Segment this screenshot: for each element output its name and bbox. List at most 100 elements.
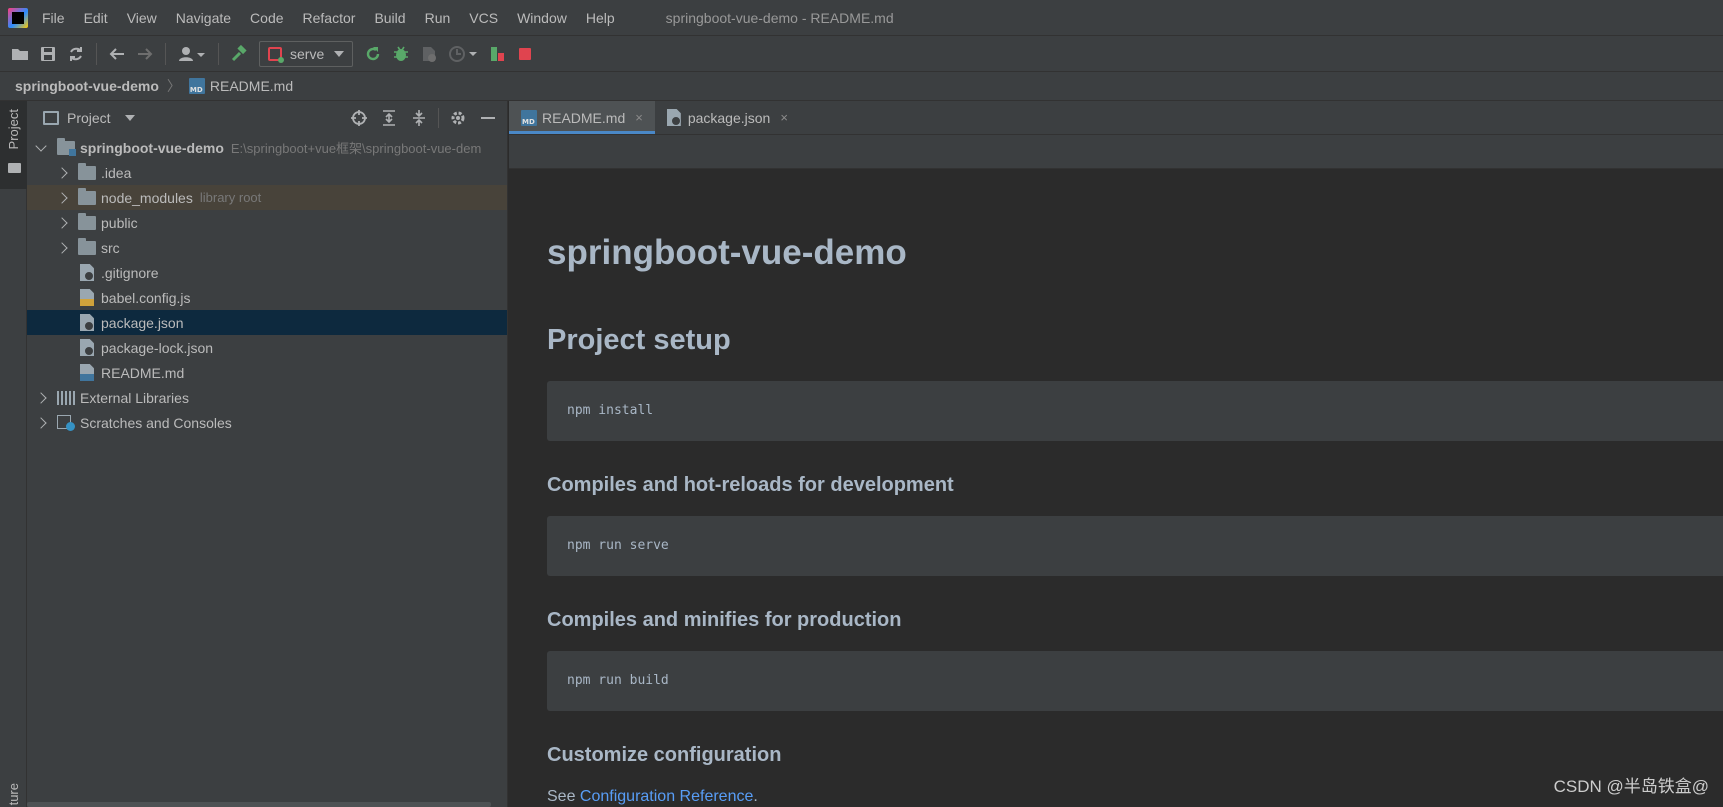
tree-item-label: src <box>101 239 120 256</box>
chevron-right-icon[interactable] <box>56 191 68 204</box>
run-configuration-dropdown[interactable]: serve <box>259 40 354 67</box>
project-folder-icon <box>57 137 76 156</box>
menu-code[interactable]: Code <box>250 10 283 26</box>
csdn-watermark: CSDN @半岛铁盒@ <box>1553 777 1709 796</box>
menu-help[interactable]: Help <box>586 10 615 26</box>
menu-file[interactable]: File <box>42 10 65 26</box>
menu-build[interactable]: Build <box>374 10 405 26</box>
code-text: npm run build <box>567 673 669 688</box>
menu-edit[interactable]: Edit <box>84 10 108 26</box>
libraries-icon <box>57 390 75 405</box>
toolbar-separator <box>165 42 166 65</box>
menu-refactor[interactable]: Refactor <box>303 10 356 26</box>
breadcrumb-project[interactable]: springboot-vue-demo <box>15 78 159 94</box>
collapse-all-icon[interactable] <box>404 106 434 130</box>
tree-item-label: babel.config.js <box>101 289 191 306</box>
tree-item-label: README.md <box>101 364 185 381</box>
folder-icon <box>78 212 96 230</box>
preview-heading-project-setup: Project setup <box>547 324 731 356</box>
user-dropdown-icon[interactable] <box>172 40 212 68</box>
open-folder-icon[interactable] <box>6 40 34 68</box>
chevron-right-icon[interactable] <box>56 216 68 229</box>
locate-crosshair-icon[interactable] <box>344 106 374 130</box>
chevron-right-icon[interactable] <box>56 241 68 254</box>
tree-item-babel-config[interactable]: babel.config.js <box>27 285 507 310</box>
run-configuration-label: serve <box>290 45 325 62</box>
tree-item-label: .gitignore <box>101 264 159 281</box>
debug-bug-icon[interactable] <box>387 40 415 68</box>
tab-package-json[interactable]: package.json × <box>655 101 800 134</box>
tab-readme[interactable]: README.md × <box>509 101 655 134</box>
menu-window[interactable]: Window <box>517 10 567 26</box>
project-path-hint: E:\springboot+vue框架\springboot-vue-dem <box>230 141 482 156</box>
project-view-icon <box>43 111 59 125</box>
library-root-hint: library root <box>199 190 262 205</box>
chevron-down-icon[interactable] <box>124 115 135 121</box>
json-file-icon <box>80 339 94 356</box>
json-file-icon <box>666 109 681 126</box>
close-icon[interactable]: × <box>635 110 643 125</box>
menu-navigate[interactable]: Navigate <box>176 10 231 26</box>
forward-arrow-icon[interactable] <box>131 40 159 68</box>
intellij-logo-icon <box>8 7 28 28</box>
expand-all-icon[interactable] <box>374 106 404 130</box>
tree-item-project-root[interactable]: springboot-vue-demo E:\springboot+vue框架\… <box>27 135 507 160</box>
toolbar-separator <box>96 42 97 65</box>
tree-item-scratches[interactable]: Scratches and Consoles <box>27 410 507 435</box>
project-view-selector[interactable]: Project <box>67 110 111 126</box>
tree-item-gitignore[interactable]: .gitignore <box>27 260 507 285</box>
tree-item-external-libraries[interactable]: External Libraries <box>27 385 507 410</box>
coverage-icon[interactable] <box>415 40 443 68</box>
preview-heading-config: Customize configuration <box>547 744 782 766</box>
save-icon[interactable] <box>34 40 62 68</box>
main-toolbar: serve <box>0 36 1723 72</box>
rerun-icon[interactable] <box>359 40 387 68</box>
tree-item-node-modules[interactable]: node_modules library root <box>27 185 507 210</box>
scratches-icon <box>57 414 75 431</box>
breadcrumb-separator-icon: 〉 <box>166 78 181 94</box>
toolbar-separator <box>218 42 219 65</box>
editor-tabs: README.md × package.json × <box>509 101 1723 135</box>
tree-item-src[interactable]: src <box>27 235 507 260</box>
menu-view[interactable]: View <box>127 10 157 26</box>
structure-tool-window-button[interactable]: ture <box>6 783 21 805</box>
horizontal-scrollbar[interactable] <box>27 802 491 807</box>
project-tool-label: Project <box>6 109 21 150</box>
menu-vcs[interactable]: VCS <box>469 10 498 26</box>
project-tool-window-button[interactable]: Project <box>0 101 27 189</box>
stop-icon[interactable] <box>511 40 539 68</box>
tree-item-readme[interactable]: README.md <box>27 360 507 385</box>
chevron-right-icon[interactable] <box>35 391 47 404</box>
hide-panel-icon[interactable] <box>473 106 503 130</box>
window-title: springboot-vue-demo - README.md <box>665 9 894 26</box>
menu-bar: File Edit View Navigate Code Refactor Bu… <box>0 0 1723 36</box>
gear-icon[interactable] <box>443 106 473 130</box>
toolbar-separator <box>438 108 439 128</box>
tab-label: README.md <box>542 109 626 126</box>
preview-paragraph: See Configuration Reference. <box>547 788 758 806</box>
project-panel-header: Project <box>27 101 507 135</box>
profiler-dropdown-icon[interactable] <box>443 40 483 68</box>
project-panel: Project springboot-vue-demo E:\springboo… <box>27 101 508 807</box>
code-text: npm install <box>567 403 654 418</box>
attach-debugger-icon[interactable] <box>483 40 511 68</box>
tree-item-package-json[interactable]: package.json <box>27 310 507 335</box>
tree-item-public[interactable]: public <box>27 210 507 235</box>
sync-icon[interactable] <box>62 40 90 68</box>
tree-item-label: External Libraries <box>80 389 189 406</box>
folder-icon <box>78 162 96 180</box>
close-icon[interactable]: × <box>780 110 788 125</box>
tree-item-label: package.json <box>101 314 184 331</box>
see-text: See <box>547 788 580 805</box>
menu-run[interactable]: Run <box>425 10 451 26</box>
folder-icon <box>8 163 21 173</box>
back-arrow-icon[interactable] <box>103 40 131 68</box>
chevron-right-icon[interactable] <box>35 416 47 429</box>
breadcrumb-file[interactable]: README.md <box>210 78 293 94</box>
configuration-reference-link[interactable]: Configuration Reference <box>580 788 753 805</box>
build-hammer-icon[interactable] <box>225 40 253 68</box>
tree-item-idea[interactable]: .idea <box>27 160 507 185</box>
tree-item-package-lock-json[interactable]: package-lock.json <box>27 335 507 360</box>
chevron-right-icon[interactable] <box>56 166 68 179</box>
chevron-down-icon[interactable] <box>35 139 47 152</box>
